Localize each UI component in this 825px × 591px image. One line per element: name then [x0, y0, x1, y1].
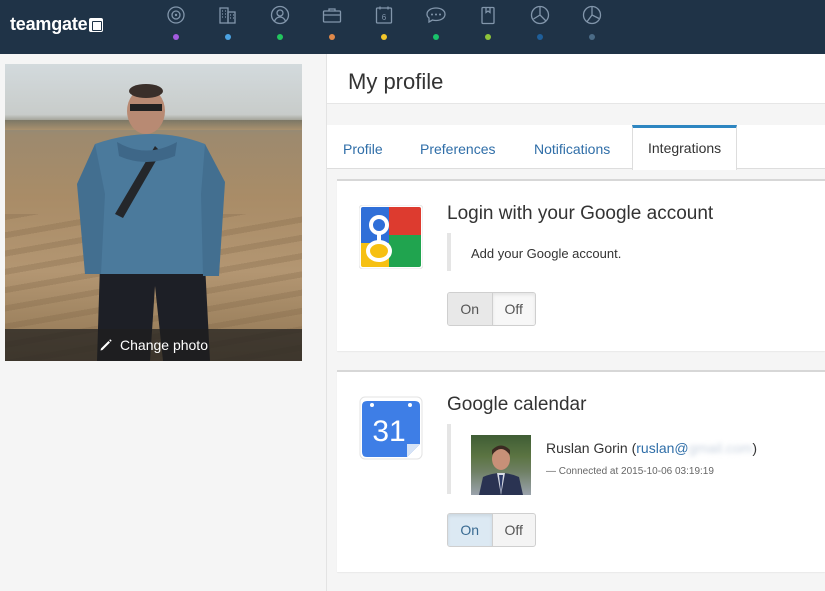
chat-icon: [426, 7, 446, 24]
change-photo-label: Change photo: [120, 337, 208, 353]
account-email-prefix: ruslan@: [636, 440, 689, 456]
nav-item-messages[interactable]: [415, 0, 467, 54]
calendar-account-box: Ruslan Gorin (ruslan@gmail.com) — Connec…: [447, 424, 825, 495]
main-nav: 6: [155, 0, 623, 54]
account-name-line: Ruslan Gorin (ruslan@gmail.com): [546, 440, 757, 456]
pie-chart-icon-2: [582, 5, 602, 25]
nav-dot: [225, 34, 231, 40]
account-email-paren-close: ): [752, 440, 758, 456]
clipboard-icon: [481, 6, 495, 25]
google-calendar-icon: 31: [359, 396, 423, 460]
profile-sidebar: Change photo: [0, 54, 327, 591]
tab-preferences[interactable]: Preferences: [420, 125, 495, 169]
nav-item-people[interactable]: [259, 0, 311, 54]
google-login-on-button[interactable]: On: [448, 293, 492, 325]
calendar-logo-number: 31: [372, 415, 405, 448]
account-name: Ruslan Gorin: [546, 440, 628, 456]
google-login-description-box: Add your Google account.: [447, 233, 807, 271]
tab-notifications[interactable]: Notifications: [534, 125, 610, 169]
google-calendar-off-button[interactable]: Off: [491, 514, 536, 546]
google-calendar-toggle: On Off: [447, 513, 536, 547]
account-avatar-image: [479, 445, 523, 495]
profile-photo: Change photo: [5, 64, 302, 361]
page-header: My profile: [327, 54, 825, 104]
nav-dot: [277, 34, 283, 40]
google-calendar-card: 31 Google calendar Ruslan Gorin (ruslan@…: [337, 370, 825, 572]
briefcase-icon: [322, 8, 342, 23]
google-logo-icon: [359, 205, 423, 269]
nav-item-tasks[interactable]: [467, 0, 519, 54]
calendar-icon: 6: [375, 6, 393, 24]
google-login-off-button[interactable]: Off: [491, 293, 535, 325]
change-photo-button[interactable]: Change photo: [5, 329, 302, 361]
calendar-day-number: 6: [382, 13, 387, 22]
nav-item-deals[interactable]: [311, 0, 363, 54]
buildings-icon: [219, 7, 236, 24]
target-icon: [167, 6, 185, 24]
google-calendar-on-button[interactable]: On: [448, 514, 492, 546]
page-title: My profile: [348, 69, 444, 94]
nav-dot: [381, 34, 387, 40]
hand-logo-icon: [89, 17, 104, 32]
logo-text: teamgate: [10, 14, 88, 34]
top-navigation-bar: teamgate 6: [0, 0, 825, 54]
google-login-description: Add your Google account.: [471, 246, 622, 261]
teamgate-logo[interactable]: teamgate: [10, 14, 104, 35]
nav-dot: [589, 34, 595, 40]
nav-item-companies[interactable]: [207, 0, 259, 54]
nav-dot: [537, 34, 543, 40]
nav-item-calendar[interactable]: 6: [363, 0, 415, 54]
google-login-card: Login with your Google account Add your …: [337, 179, 825, 351]
nav-item-analytics[interactable]: [571, 0, 623, 54]
google-calendar-title: Google calendar: [447, 394, 587, 415]
account-email-link[interactable]: ruslan@gmail.com: [636, 440, 752, 456]
pie-chart-icon: [530, 5, 550, 25]
connected-timestamp: — Connected at 2015-10-06 03:19:19: [546, 466, 714, 477]
nav-dot: [173, 34, 179, 40]
tab-profile[interactable]: Profile: [343, 125, 383, 169]
nav-dot: [329, 34, 335, 40]
account-email-domain: gmail.com: [688, 440, 753, 456]
nav-item-reports[interactable]: [519, 0, 571, 54]
account-avatar: [471, 435, 531, 495]
person-silhouette: [77, 84, 225, 361]
tab-integrations[interactable]: Integrations: [632, 125, 738, 170]
person-icon: [270, 5, 290, 25]
google-login-title: Login with your Google account: [447, 203, 714, 224]
google-login-toggle: On Off: [447, 292, 536, 326]
nav-item-dashboard[interactable]: [155, 0, 207, 54]
nav-dot: [485, 34, 491, 40]
profile-tabs: Profile Preferences Notifications Integr…: [327, 125, 825, 170]
pencil-icon: [100, 339, 112, 351]
nav-dot: [433, 34, 439, 40]
